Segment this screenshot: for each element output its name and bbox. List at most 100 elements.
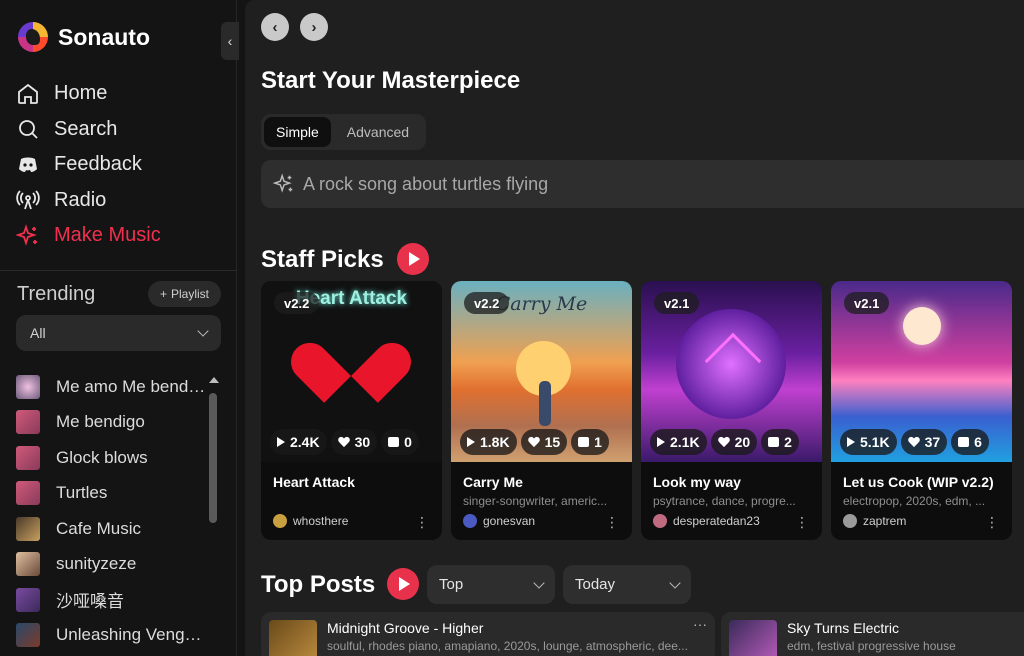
more-options-icon[interactable]: ··· bbox=[693, 616, 707, 632]
song-title[interactable]: Heart Attack bbox=[273, 474, 355, 490]
trending-item[interactable]: Cafe Music bbox=[16, 511, 206, 547]
song-prompt-input[interactable]: A rock song about turtles flying bbox=[261, 160, 1024, 208]
heart-icon bbox=[718, 437, 730, 448]
trending-item[interactable]: Turtles bbox=[16, 476, 206, 512]
comment-count[interactable]: 2 bbox=[761, 429, 799, 455]
song-author[interactable]: desperatedan23 bbox=[653, 514, 760, 528]
like-count[interactable]: 37 bbox=[900, 429, 948, 455]
comment-count-value: 1 bbox=[594, 434, 602, 450]
trending-item[interactable]: Unleashing Venge... bbox=[16, 618, 206, 654]
track-thumbnail bbox=[16, 623, 40, 648]
nav-search[interactable]: Search bbox=[16, 112, 161, 148]
comment-count[interactable]: 1 bbox=[571, 429, 609, 455]
song-card[interactable]: Carry Me v2.2 1.8K 15 1 Carry Me singer-… bbox=[451, 281, 632, 540]
play-icon bbox=[277, 437, 285, 447]
home-icon bbox=[18, 83, 38, 104]
trending-filter-value: All bbox=[30, 325, 46, 341]
staff-picks-row: Heart Attack v2.2 2.4K 30 0 Heart Attack… bbox=[261, 281, 1012, 540]
track-title: Me amo Me bendi... bbox=[56, 376, 206, 396]
track-title: sunityzeze bbox=[56, 554, 137, 574]
chevron-down-icon bbox=[533, 576, 545, 589]
avatar bbox=[273, 514, 287, 528]
play-top-posts-button[interactable] bbox=[387, 568, 419, 600]
avatar bbox=[843, 514, 857, 528]
track-thumbnail bbox=[16, 587, 40, 612]
song-author[interactable]: gonesvan bbox=[463, 514, 535, 528]
sort-select[interactable]: Top bbox=[427, 565, 555, 604]
song-author[interactable]: zaptrem bbox=[843, 514, 906, 528]
trending-filter-select[interactable]: All bbox=[16, 315, 221, 351]
sonauto-logo bbox=[18, 22, 48, 52]
like-count-value: 20 bbox=[734, 434, 751, 450]
like-count[interactable]: 20 bbox=[710, 429, 758, 455]
period-value: Today bbox=[575, 576, 616, 593]
song-tags: electropop, 2020s, edm, ... bbox=[843, 494, 986, 508]
play-icon bbox=[657, 437, 665, 447]
brand[interactable]: Sonauto bbox=[18, 22, 150, 52]
song-title[interactable]: Carry Me bbox=[463, 474, 523, 490]
main-content: ‹ › Start Your Masterpiece Simple Advanc… bbox=[245, 0, 1024, 656]
more-options-icon[interactable]: ⋮ bbox=[415, 514, 429, 531]
page-title: Start Your Masterpiece bbox=[261, 67, 521, 94]
like-count[interactable]: 30 bbox=[330, 429, 378, 455]
song-author[interactable]: whosthere bbox=[273, 514, 348, 528]
nav-radio[interactable]: Radio bbox=[16, 183, 161, 219]
trending-item[interactable]: 沙哑嗓音 bbox=[16, 582, 206, 618]
song-title[interactable]: Look my way bbox=[653, 474, 741, 490]
song-title[interactable]: Let us Cook (WIP v2.2) bbox=[843, 474, 994, 490]
post-thumbnail bbox=[729, 620, 777, 656]
play-count-value: 2.4K bbox=[290, 434, 320, 450]
scroll-thumb[interactable] bbox=[209, 393, 217, 523]
add-playlist-button[interactable]: + Playlist bbox=[148, 281, 221, 307]
post-title[interactable]: Midnight Groove - Higher bbox=[327, 620, 483, 636]
figure-art bbox=[539, 381, 551, 426]
track-thumbnail bbox=[16, 516, 40, 541]
play-count-value: 1.8K bbox=[480, 434, 510, 450]
comment-count[interactable]: 0 bbox=[381, 429, 419, 455]
top-posts-title: Top Posts bbox=[261, 571, 376, 598]
trending-scrollbar[interactable] bbox=[207, 377, 219, 656]
forward-button[interactable]: › bbox=[300, 13, 328, 41]
post-row[interactable]: Sky Turns Electric edm, festival progres… bbox=[721, 612, 1024, 656]
search-icon bbox=[19, 120, 38, 139]
nav-make-music[interactable]: Make Music bbox=[16, 218, 161, 254]
post-title[interactable]: Sky Turns Electric bbox=[787, 620, 899, 636]
song-card[interactable]: Heart Attack v2.2 2.4K 30 0 Heart Attack… bbox=[261, 281, 442, 540]
avatar bbox=[463, 514, 477, 528]
play-count: 5.1K bbox=[840, 429, 897, 455]
track-title: Glock blows bbox=[56, 447, 148, 467]
more-options-icon[interactable]: ⋮ bbox=[605, 514, 619, 531]
card-stats: 5.1K 37 6 bbox=[840, 429, 989, 455]
scroll-up-arrow[interactable] bbox=[209, 377, 219, 383]
sparkle-icon bbox=[273, 173, 293, 193]
period-select[interactable]: Today bbox=[563, 565, 691, 604]
play-staff-picks-button[interactable] bbox=[397, 243, 429, 275]
like-count[interactable]: 15 bbox=[520, 429, 568, 455]
mode-simple-tab[interactable]: Simple bbox=[264, 117, 331, 147]
collapse-sidebar-button[interactable]: ‹ bbox=[221, 22, 239, 60]
card-stats: 2.1K 20 2 bbox=[650, 429, 799, 455]
song-card[interactable]: v2.1 2.1K 20 2 Look my way psytrance, da… bbox=[641, 281, 822, 540]
author-name: gonesvan bbox=[483, 514, 536, 528]
trending-item[interactable]: Me amo Me bendi... bbox=[16, 369, 206, 405]
nav-feedback[interactable]: Feedback bbox=[16, 147, 161, 183]
more-options-icon[interactable]: ⋮ bbox=[795, 514, 809, 531]
more-options-icon[interactable]: ⋮ bbox=[985, 514, 999, 531]
heart-icon bbox=[908, 437, 920, 448]
song-card[interactable]: v2.1 5.1K 37 6 Let us Cook (WIP v2.2) el… bbox=[831, 281, 1012, 540]
nav-home[interactable]: Home bbox=[16, 76, 161, 112]
post-row[interactable]: Midnight Groove - Higher soulful, rhodes… bbox=[261, 612, 715, 656]
back-button[interactable]: ‹ bbox=[261, 13, 289, 41]
discord-icon bbox=[19, 157, 37, 172]
mode-advanced-tab[interactable]: Advanced bbox=[335, 117, 421, 147]
trending-item[interactable]: Glock blows bbox=[16, 440, 206, 476]
nav-make-music-label: Make Music bbox=[54, 224, 161, 247]
chevron-left-icon: ‹ bbox=[272, 18, 278, 36]
track-title: Turtles bbox=[56, 483, 108, 503]
post-tags: edm, festival progressive house bbox=[787, 639, 956, 653]
track-thumbnail bbox=[16, 410, 40, 435]
comment-count[interactable]: 6 bbox=[951, 429, 989, 455]
trending-item[interactable]: sunityzeze bbox=[16, 547, 206, 583]
comment-icon bbox=[958, 437, 970, 447]
trending-item[interactable]: Me bendigo bbox=[16, 405, 206, 441]
